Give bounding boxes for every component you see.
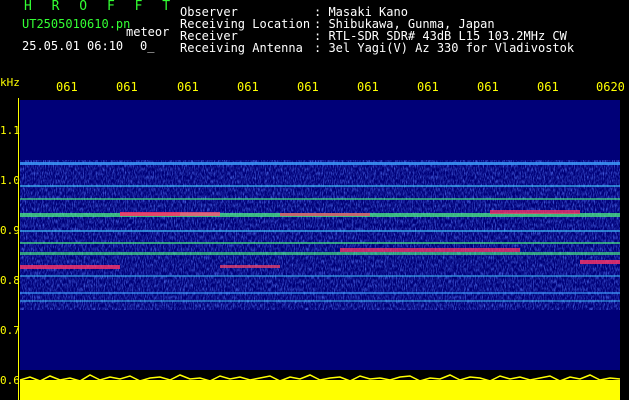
time-tick: 061 <box>56 80 78 94</box>
time-tick: 061 <box>417 80 439 94</box>
frequency-tick: 0.6 <box>0 374 20 387</box>
meteor-label: meteor <box>126 25 170 39</box>
hroft-spectrogram-window: H R O F F T UT2505010610.pn meteor 25.05… <box>0 0 629 400</box>
frequency-unit-label: kHz <box>0 76 20 89</box>
time-tick: 061 <box>477 80 499 94</box>
info-key-antenna: Receiving Antenna <box>180 41 303 55</box>
time-tick: 061 <box>297 80 319 94</box>
time-tick: 061 <box>116 80 138 94</box>
frequency-tick: 1.1 <box>0 124 20 137</box>
time-tick: 061 <box>177 80 199 94</box>
noise-field <box>20 160 620 310</box>
time-tick: 061 <box>237 80 259 94</box>
axis-line <box>18 98 19 400</box>
spectrogram-image <box>20 100 620 370</box>
info-value-antenna: : 3el Yagi(V) Az 330 for Vladivostok <box>314 41 575 55</box>
signal-power-bar <box>20 372 620 400</box>
timestamp: 25.05.01 06:10 <box>22 39 124 53</box>
frequency-tick: 0.8 <box>0 274 20 287</box>
frequency-tick: 1.0 <box>0 174 20 187</box>
time-tick: 061 <box>357 80 379 94</box>
power-fill <box>20 380 620 400</box>
frequency-tick: 0.7 <box>0 324 20 337</box>
time-tick: 061 <box>537 80 559 94</box>
frequency-tick: 0.9 <box>0 224 20 237</box>
meteor-count: 0_ <box>140 39 155 53</box>
app-title: H R O F F T <box>24 0 177 14</box>
time-tick: 0620 <box>596 80 625 94</box>
file-name: UT2505010610.pn <box>22 17 131 31</box>
